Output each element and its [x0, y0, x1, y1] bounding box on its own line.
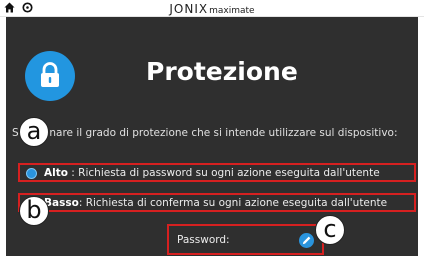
lock-badge [25, 51, 75, 101]
callout-marker-b: b [19, 196, 49, 226]
lock-icon [41, 62, 59, 87]
radio-high[interactable] [26, 168, 37, 179]
option-high-description: : Richiesta di password su ogni azione e… [67, 167, 380, 179]
top-bar: JONIXmaximate [0, 0, 424, 17]
option-high[interactable]: Alto : Richiesta di password su ogni azi… [18, 163, 416, 182]
callout-marker-c: c [315, 215, 345, 245]
page-title: Protezione [146, 57, 298, 86]
option-low-text: Basso: Richiesta di conferma su ogni azi… [44, 196, 387, 210]
option-high-label: Alto [44, 167, 68, 179]
instruction-text: Selezionare il grado di protezione che s… [12, 127, 398, 139]
pencil-icon [302, 236, 311, 245]
brand-logo: JONIXmaximate [0, 0, 424, 16]
option-high-text: Alto : Richiesta di password su ogni azi… [44, 166, 380, 180]
option-low[interactable]: Basso: Richiesta di conferma su ogni azi… [18, 193, 416, 212]
password-field[interactable]: Password: [167, 224, 324, 255]
password-label: Password: [177, 234, 230, 246]
option-low-description: : Richiesta di conferma su ogni azione e… [78, 197, 388, 209]
protection-panel: Protezione Selezionare il grado di prote… [6, 17, 418, 256]
brand-main: JONIX [169, 2, 209, 16]
option-low-label: Basso [44, 197, 79, 209]
edit-password-button[interactable] [299, 233, 314, 248]
brand-sub: maximate [209, 6, 255, 16]
callout-marker-a: a [19, 117, 49, 147]
